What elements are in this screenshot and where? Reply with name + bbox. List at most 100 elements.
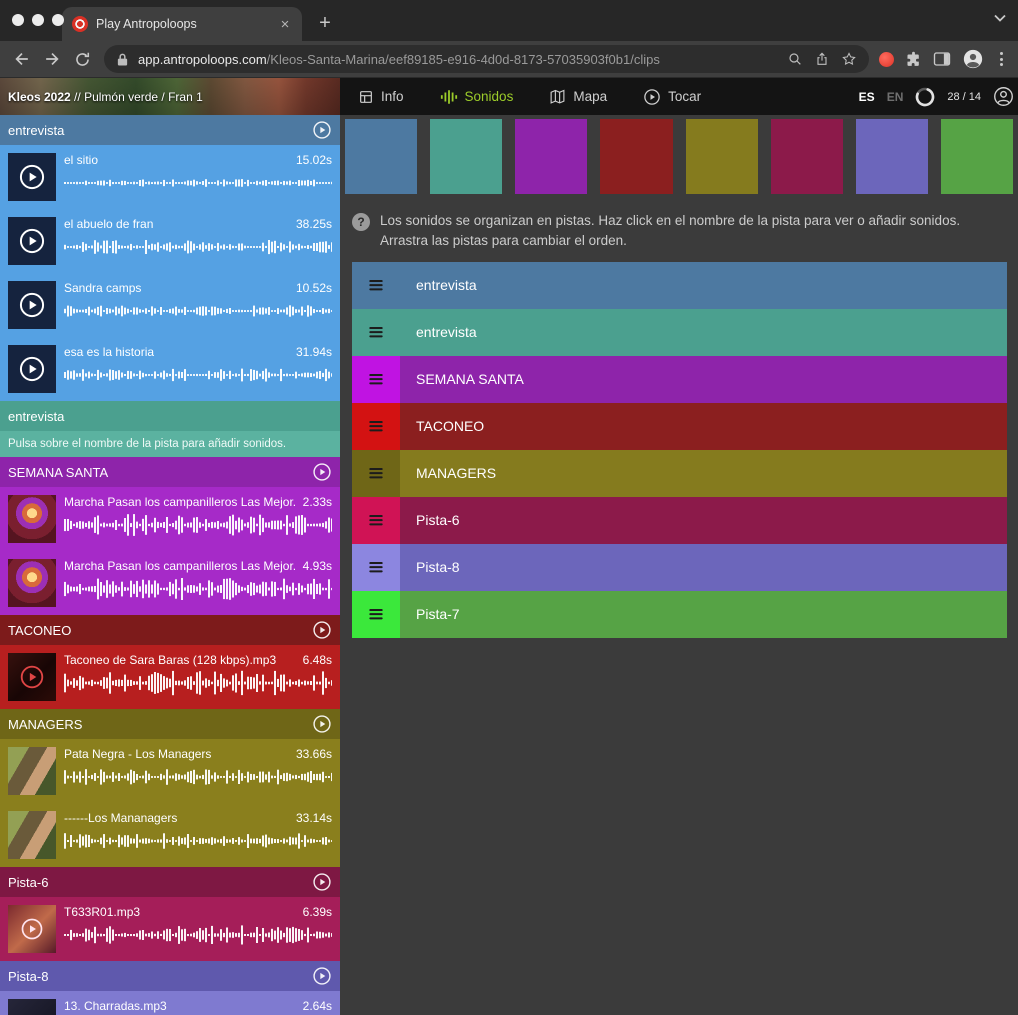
audio-clip[interactable]: ------Los Mananagers33.14s xyxy=(0,803,340,867)
play-track-icon[interactable] xyxy=(312,620,332,640)
clip-thumbnail[interactable] xyxy=(8,281,56,329)
audio-clip[interactable]: Marcha Pasan los campanilleros Las Mejor… xyxy=(0,551,340,615)
share-icon[interactable] xyxy=(814,51,830,67)
play-track-icon[interactable] xyxy=(312,714,332,734)
clip-body: Marcha Pasan los campanilleros Las Mejor… xyxy=(64,559,332,607)
address-bar[interactable]: app.antropoloops.com/Kleos-Santa-Marina/… xyxy=(104,45,869,73)
extensions-puzzle-icon[interactable] xyxy=(905,51,922,68)
project-breadcrumb[interactable]: Kleos 2022 // Pulmón verde / Fran 1 xyxy=(8,90,203,104)
track-section-header[interactable]: entrevista xyxy=(0,401,340,431)
clip-thumbnail[interactable] xyxy=(8,559,56,607)
minimize-window-button[interactable] xyxy=(32,14,44,26)
track-row-taconeo[interactable]: TACONEO xyxy=(352,403,1007,450)
recording-extension-icon[interactable] xyxy=(879,52,894,67)
track-swatch-semana-santa[interactable] xyxy=(515,119,587,194)
drag-handle-icon[interactable] xyxy=(352,544,400,591)
clip-thumbnail[interactable] xyxy=(8,153,56,201)
tab-close-icon[interactable]: × xyxy=(276,15,294,33)
play-track-icon[interactable] xyxy=(312,966,332,986)
track-row-pista-6[interactable]: Pista-6 xyxy=(352,497,1007,544)
nav-tab-sonidos[interactable]: Sonidos xyxy=(440,89,514,105)
nav-label-info: Info xyxy=(381,89,404,104)
track-row-managers[interactable]: MANAGERS xyxy=(352,450,1007,497)
clip-duration: 4.93s xyxy=(303,559,332,573)
url-text[interactable]: app.antropoloops.com/Kleos-Santa-Marina/… xyxy=(138,52,778,67)
track-section-header[interactable]: Pista-6 xyxy=(0,867,340,897)
audio-clip[interactable]: Pata Negra - Los Managers33.66s xyxy=(0,739,340,803)
drag-handle-icon[interactable] xyxy=(352,497,400,544)
play-track-icon[interactable] xyxy=(312,872,332,892)
audio-clip[interactable]: Taconeo de Sara Baras (128 kbps).mp36.48… xyxy=(0,645,340,709)
track-row-semana-santa[interactable]: SEMANA SANTA xyxy=(352,356,1007,403)
back-button[interactable] xyxy=(8,45,36,73)
play-track-icon[interactable] xyxy=(312,462,332,482)
forward-button[interactable] xyxy=(38,45,66,73)
bookmark-star-icon[interactable] xyxy=(841,51,857,67)
track-section-header[interactable]: Pista-8 xyxy=(0,961,340,991)
zoom-window-button[interactable] xyxy=(52,14,64,26)
audio-clip[interactable]: esa es la historia31.94s xyxy=(0,337,340,401)
track-swatch-entrevista-1[interactable] xyxy=(345,119,417,194)
close-window-button[interactable] xyxy=(12,14,24,26)
track-row-entrevista-1[interactable]: entrevista xyxy=(352,262,1007,309)
audio-clip[interactable]: el sitio15.02s xyxy=(0,145,340,209)
account-icon[interactable] xyxy=(993,86,1014,107)
profile-avatar-icon[interactable] xyxy=(962,48,984,70)
audio-clip[interactable]: T633R01.mp36.39s xyxy=(0,897,340,961)
track-row-pista-7[interactable]: Pista-7 xyxy=(352,591,1007,638)
clip-thumbnail[interactable] xyxy=(8,999,56,1015)
track-section-header[interactable]: MANAGERS xyxy=(0,709,340,739)
nav-tab-info[interactable]: Info xyxy=(358,89,404,105)
nav-tab-tocar[interactable]: Tocar xyxy=(643,88,701,106)
side-panel-icon[interactable] xyxy=(933,51,951,67)
clip-body: esa es la historia31.94s xyxy=(64,345,332,393)
audio-clip[interactable]: Sandra camps10.52s xyxy=(0,273,340,337)
clip-thumbnail[interactable] xyxy=(8,345,56,393)
tab-search-chevron-icon[interactable] xyxy=(994,14,1006,22)
play-track-icon[interactable] xyxy=(312,120,332,140)
reload-button[interactable] xyxy=(68,45,96,73)
nav-tab-mapa[interactable]: Mapa xyxy=(549,88,607,105)
browser-menu-icon[interactable] xyxy=(995,52,1008,66)
track-section-header[interactable]: entrevista xyxy=(0,115,340,145)
track-swatch-pista-8[interactable] xyxy=(856,119,928,194)
track-swatch-managers[interactable] xyxy=(686,119,758,194)
track-clips: Pulsa sobre el nombre de la pista para a… xyxy=(0,431,340,457)
tracks-main-panel: ? Los sonidos se organizan en pistas. Ha… xyxy=(340,115,1018,1015)
track-swatch-pista-6[interactable] xyxy=(771,119,843,194)
nav-label-mapa: Mapa xyxy=(573,89,607,104)
new-tab-button[interactable]: + xyxy=(310,8,340,38)
clip-thumbnail[interactable] xyxy=(8,905,56,953)
drag-handle-icon[interactable] xyxy=(352,309,400,356)
clip-thumbnail[interactable] xyxy=(8,495,56,543)
lock-icon xyxy=(116,52,129,67)
zoom-icon[interactable] xyxy=(787,51,803,67)
play-icon xyxy=(20,917,44,941)
drag-handle-icon[interactable] xyxy=(352,403,400,450)
lang-es-button[interactable]: ES xyxy=(859,90,875,104)
clip-thumbnail[interactable] xyxy=(8,217,56,265)
clip-thumbnail[interactable] xyxy=(8,653,56,701)
track-swatch-taconeo[interactable] xyxy=(600,119,672,194)
drag-handle-icon[interactable] xyxy=(352,262,400,309)
track-row-entrevista-2[interactable]: entrevista xyxy=(352,309,1007,356)
drag-handle-icon[interactable] xyxy=(352,591,400,638)
drag-handle-icon[interactable] xyxy=(352,450,400,497)
browser-tab[interactable]: Play Antropoloops × xyxy=(62,7,302,41)
clip-thumbnail[interactable] xyxy=(8,811,56,859)
track-section-header[interactable]: TACONEO xyxy=(0,615,340,645)
audio-clip[interactable]: 13. Charradas.mp32.64s xyxy=(0,991,340,1015)
audio-clip[interactable]: el abuelo de fran38.25s xyxy=(0,209,340,273)
lang-en-button[interactable]: EN xyxy=(887,90,904,104)
audio-clip[interactable]: Marcha Pasan los campanilleros Las Mejor… xyxy=(0,487,340,551)
track-swatch-pista-7[interactable] xyxy=(941,119,1013,194)
clip-title: esa es la historia xyxy=(64,345,154,359)
track-section-header[interactable]: SEMANA SANTA xyxy=(0,457,340,487)
project-photo[interactable]: Kleos 2022 // Pulmón verde / Fran 1 xyxy=(0,78,340,115)
clip-counter: 28 / 14 xyxy=(947,91,981,103)
track-row-pista-8[interactable]: Pista-8 xyxy=(352,544,1007,591)
track-name: MANAGERS xyxy=(8,717,82,732)
track-swatch-entrevista-2[interactable] xyxy=(430,119,502,194)
drag-handle-icon[interactable] xyxy=(352,356,400,403)
clip-thumbnail[interactable] xyxy=(8,747,56,795)
